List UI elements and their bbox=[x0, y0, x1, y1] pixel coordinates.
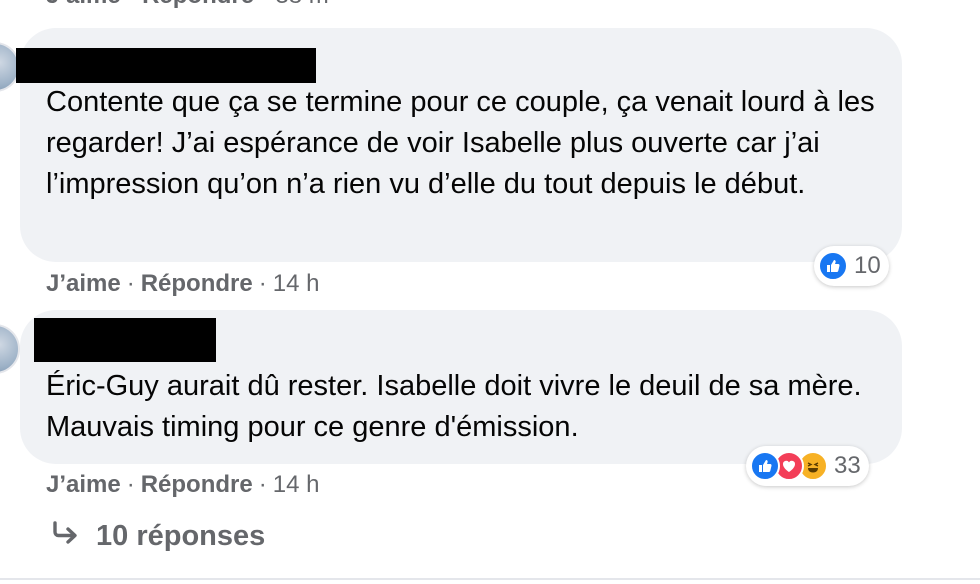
reply-action[interactable]: Répondre bbox=[142, 0, 254, 9]
comment-text: Contente que ça se termine pour ce coupl… bbox=[46, 86, 875, 200]
divider bbox=[0, 578, 980, 580]
separator: · bbox=[261, 0, 269, 9]
separator: · bbox=[126, 471, 135, 498]
comment-actions: J’aime · Répondre · 14 h bbox=[46, 471, 319, 499]
like-action[interactable]: J’aime bbox=[46, 0, 121, 9]
like-icon bbox=[818, 251, 848, 281]
avatar[interactable] bbox=[0, 324, 20, 374]
redacted-author-name[interactable] bbox=[16, 48, 316, 83]
separator: · bbox=[258, 270, 267, 297]
like-action[interactable]: J’aime bbox=[46, 471, 121, 498]
comment-bubble: Éric-Guy aurait dû rester. Isabelle doit… bbox=[20, 310, 902, 464]
like-icon bbox=[750, 451, 780, 481]
like-action[interactable]: J’aime bbox=[46, 270, 121, 297]
comment-time[interactable]: 38 m bbox=[275, 0, 328, 9]
reaction-count: 10 bbox=[854, 252, 881, 279]
replies-label[interactable]: 10 réponses bbox=[96, 520, 265, 553]
reaction-summary[interactable]: 10 bbox=[814, 246, 889, 286]
comment-bubble: Contente que ça se termine pour ce coupl… bbox=[16, 28, 902, 262]
view-replies-link[interactable]: 10 réponses bbox=[52, 520, 265, 553]
separator: · bbox=[126, 270, 135, 297]
reaction-summary[interactable]: 33 bbox=[746, 446, 869, 486]
comment-actions: J’aime · Répondre · 14 h bbox=[46, 270, 319, 298]
comment-text: Éric-Guy aurait dû rester. Isabelle doit… bbox=[46, 370, 862, 443]
reply-action[interactable]: Répondre bbox=[141, 471, 253, 498]
reply-arrow-icon bbox=[52, 520, 80, 553]
separator: · bbox=[127, 0, 135, 9]
reply-action[interactable]: Répondre bbox=[141, 270, 253, 297]
comment-time[interactable]: 14 h bbox=[273, 270, 320, 297]
previous-comment-actions: J’aime · Répondre · 38 m bbox=[46, 0, 329, 10]
reaction-count: 33 bbox=[834, 452, 861, 479]
separator: · bbox=[258, 471, 267, 498]
redacted-author-name[interactable] bbox=[34, 318, 216, 362]
comment-time[interactable]: 14 h bbox=[273, 471, 320, 498]
